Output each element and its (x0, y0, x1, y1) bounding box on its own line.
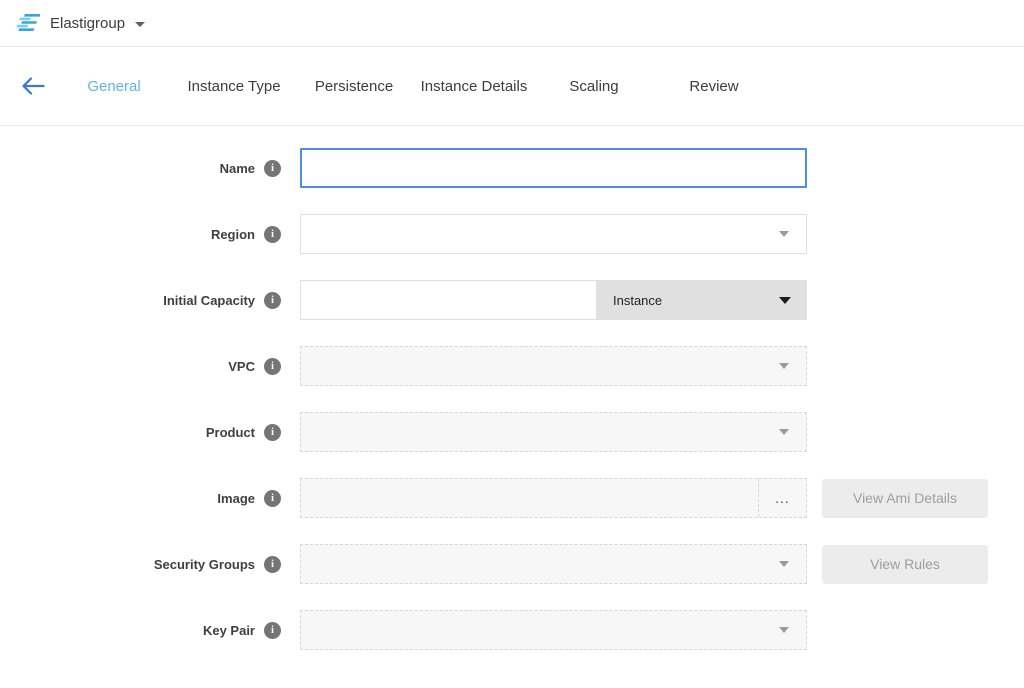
region-caret-icon (779, 231, 789, 237)
elastigroup-logo-icon (14, 13, 40, 33)
image-info-icon[interactable]: i (264, 490, 281, 507)
product-info-icon[interactable]: i (264, 424, 281, 441)
tab-persistence[interactable]: Persistence (294, 78, 414, 95)
image-input[interactable]: ... (300, 478, 807, 518)
capacity-unit-select[interactable]: Instance (597, 280, 807, 320)
tab-instance-type[interactable]: Instance Type (174, 78, 294, 95)
product-label: Product (206, 425, 255, 440)
general-settings-form: Name i Region i Initial Capacity i Insta… (0, 126, 1024, 650)
security-groups-caret-icon (779, 561, 789, 567)
product-row: Product i (0, 412, 1024, 452)
image-browse-button[interactable]: ... (758, 479, 806, 517)
security-groups-info-icon[interactable]: i (264, 556, 281, 573)
tab-review[interactable]: Review (654, 78, 774, 95)
image-label: Image (217, 491, 255, 506)
initial-capacity-row: Initial Capacity i Instance (0, 280, 1024, 320)
vpc-label: VPC (228, 359, 255, 374)
elastigroup-menu-trigger[interactable]: Elastigroup (14, 13, 145, 33)
header-dropdown-caret-icon (135, 22, 145, 27)
region-info-icon[interactable]: i (264, 226, 281, 243)
product-caret-icon (779, 429, 789, 435)
security-groups-select[interactable] (300, 544, 807, 584)
vpc-caret-icon (779, 363, 789, 369)
app-title: Elastigroup (50, 15, 125, 32)
key-pair-caret-icon (779, 627, 789, 633)
initial-capacity-info-icon[interactable]: i (264, 292, 281, 309)
capacity-unit-value: Instance (613, 293, 662, 308)
key-pair-row: Key Pair i (0, 610, 1024, 650)
name-label: Name (220, 161, 255, 176)
key-pair-info-icon[interactable]: i (264, 622, 281, 639)
vpc-row: VPC i (0, 346, 1024, 386)
capacity-unit-caret-icon (779, 297, 791, 304)
view-rules-button[interactable]: View Rules (822, 545, 988, 584)
back-arrow-icon (21, 77, 45, 95)
key-pair-label: Key Pair (203, 623, 255, 638)
region-select[interactable] (300, 214, 807, 254)
name-input[interactable] (300, 148, 807, 188)
image-row: Image i ... View Ami Details (0, 478, 1024, 518)
wizard-tab-bar: General Instance Type Persistence Instan… (0, 47, 1024, 126)
wizard-tabs: General Instance Type Persistence Instan… (54, 78, 774, 95)
back-button[interactable] (16, 74, 50, 98)
tab-general[interactable]: General (54, 78, 174, 95)
vpc-select[interactable] (300, 346, 807, 386)
security-groups-label: Security Groups (154, 557, 255, 572)
view-ami-details-button[interactable]: View Ami Details (822, 479, 988, 518)
name-info-icon[interactable]: i (264, 160, 281, 177)
key-pair-select[interactable] (300, 610, 807, 650)
tab-instance-details[interactable]: Instance Details (414, 78, 534, 95)
vpc-info-icon[interactable]: i (264, 358, 281, 375)
region-label: Region (211, 227, 255, 242)
product-select[interactable] (300, 412, 807, 452)
name-row: Name i (0, 148, 1024, 188)
initial-capacity-input[interactable] (300, 280, 597, 320)
initial-capacity-label: Initial Capacity (163, 293, 255, 308)
tab-scaling[interactable]: Scaling (534, 78, 654, 95)
region-row: Region i (0, 214, 1024, 254)
app-header: Elastigroup (0, 0, 1024, 47)
security-groups-row: Security Groups i View Rules (0, 544, 1024, 584)
